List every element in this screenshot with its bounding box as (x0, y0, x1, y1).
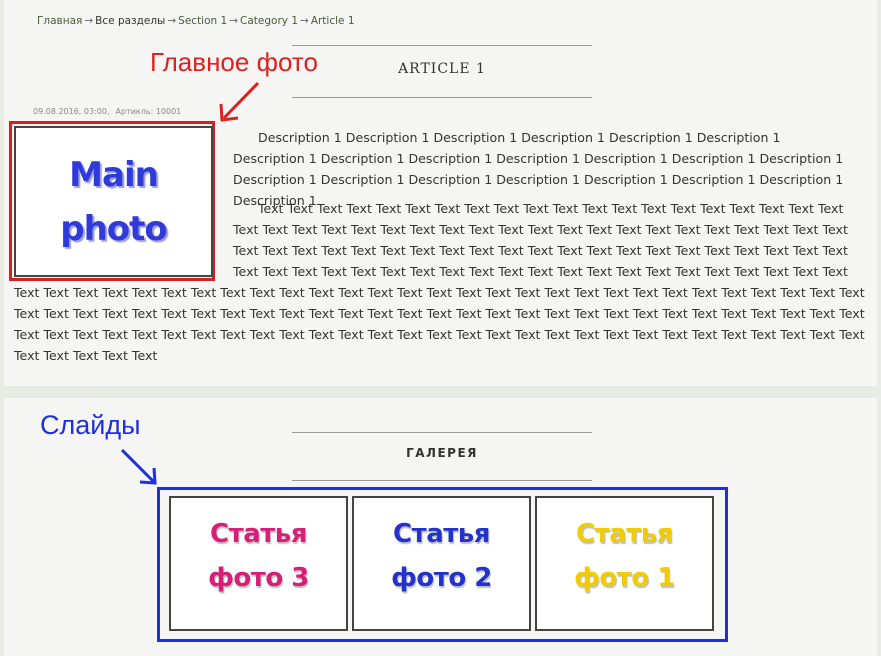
slide-caption: Статья фото 2 (354, 512, 529, 600)
slides-annotation: Слайды (40, 410, 141, 440)
breadcrumb-home-link[interactable]: Главная (37, 15, 82, 27)
slide-caption: Статья фото 1 (537, 512, 712, 600)
slide-caption-line: Статья (210, 519, 307, 549)
breadcrumb-separator: → (84, 15, 94, 27)
gallery-slide[interactable]: Статья фото 3 (169, 496, 348, 631)
annotation-arrow-icon (219, 81, 260, 122)
title-divider-top (292, 45, 592, 46)
slide-caption-line: Статья (393, 519, 490, 549)
breadcrumb-separator: → (229, 15, 239, 27)
breadcrumb: Главная → Все разделы → Section 1 → Category 1… (37, 15, 355, 27)
breadcrumb-category-link[interactable]: Category 1 (240, 15, 298, 27)
slide-caption-line: Статья (576, 519, 673, 549)
breadcrumb-section-link[interactable]: Section 1 (178, 15, 227, 27)
article-meta: 09.08.2016, 03:00, Артикль: 10001 (33, 107, 187, 116)
breadcrumb-separator: → (167, 15, 177, 27)
slide-caption-line: фото 1 (574, 563, 675, 593)
page-title: ARTICLE 1 (398, 61, 486, 77)
gallery-divider-bottom (292, 480, 592, 481)
gallery-slide[interactable]: Статья фото 1 (535, 496, 714, 631)
annotation-arrow-icon (120, 448, 157, 485)
gallery-slide[interactable]: Статья фото 2 (352, 496, 531, 631)
article-body: Text Text Text Text Text Text Text Text … (14, 198, 870, 366)
photo-spacer (14, 198, 233, 282)
main-photo-annotation: Главное фото (150, 47, 318, 77)
main-photo-line: Main (69, 155, 159, 195)
article-sku: Артикль: 10001 (115, 107, 182, 116)
breadcrumb-all-sections-link[interactable]: Все разделы (95, 15, 165, 27)
slide-caption: Статья фото 3 (171, 512, 346, 600)
article-date: 09.08.2016, 03:00, (33, 107, 110, 116)
gallery-divider-top (292, 432, 592, 433)
breadcrumb-separator: → (300, 15, 309, 27)
breadcrumb-current: Article 1 (310, 15, 355, 27)
slide-caption-line: фото 3 (208, 563, 309, 593)
title-divider-bottom (292, 97, 592, 98)
gallery-title: ГАЛЕРЕЯ (406, 446, 478, 460)
slide-caption-line: фото 2 (391, 563, 492, 593)
